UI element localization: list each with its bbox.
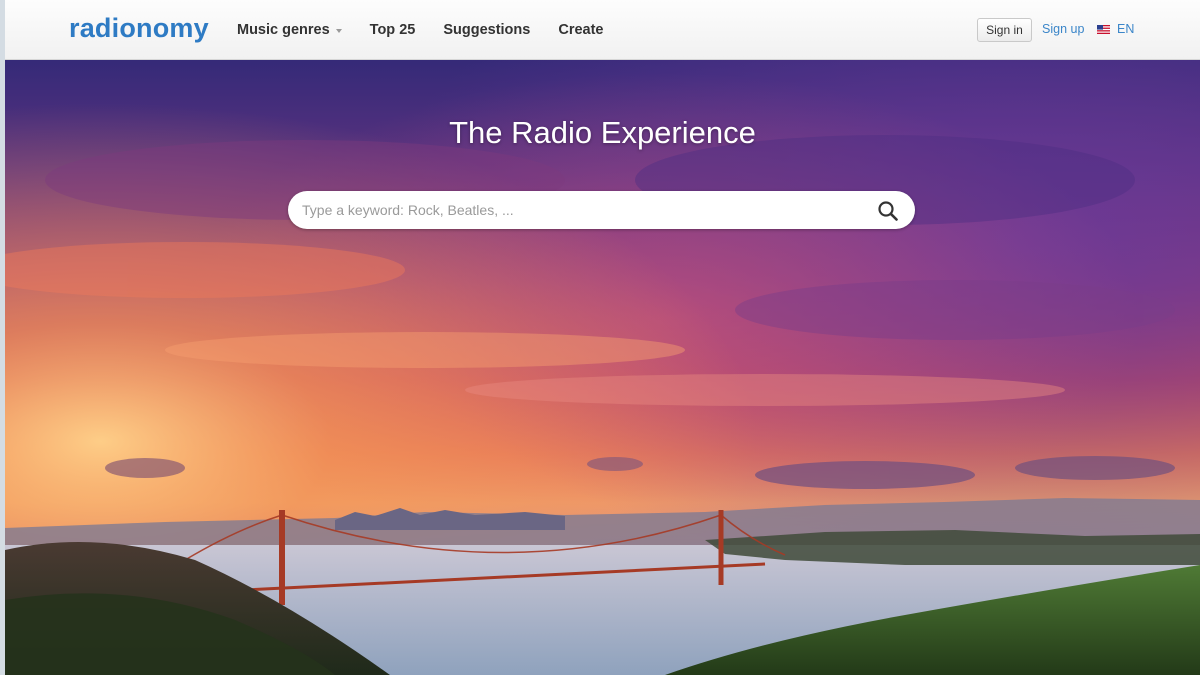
- nav-music-genres[interactable]: Music genres: [237, 22, 342, 38]
- search-input[interactable]: [302, 191, 862, 229]
- sign-up-link[interactable]: Sign up: [1042, 22, 1084, 36]
- us-flag-icon: [1097, 24, 1110, 34]
- search-bar: [288, 191, 915, 229]
- main-nav: Music genres Top 25 Suggestions Create: [237, 0, 631, 60]
- top-navigation-bar: radionomy Music genres Top 25 Suggestion…: [5, 0, 1200, 60]
- hero-title: The Radio Experience: [449, 115, 756, 150]
- chevron-down-icon: [335, 29, 342, 33]
- hero-background-image: [5, 60, 1200, 675]
- sign-in-button[interactable]: Sign in: [977, 18, 1032, 42]
- nav-music-genres-label: Music genres: [237, 22, 330, 38]
- search-icon[interactable]: [876, 199, 900, 223]
- language-label: EN: [1117, 22, 1135, 36]
- nav-create[interactable]: Create: [558, 22, 603, 38]
- language-selector[interactable]: EN: [1097, 22, 1134, 36]
- radionomy-logo[interactable]: radionomy: [69, 13, 209, 44]
- nav-top-25[interactable]: Top 25: [370, 22, 416, 38]
- page: radionomy Music genres Top 25 Suggestion…: [0, 0, 1200, 675]
- nav-suggestions[interactable]: Suggestions: [443, 22, 530, 38]
- hero-banner: The Radio Experience: [5, 60, 1200, 675]
